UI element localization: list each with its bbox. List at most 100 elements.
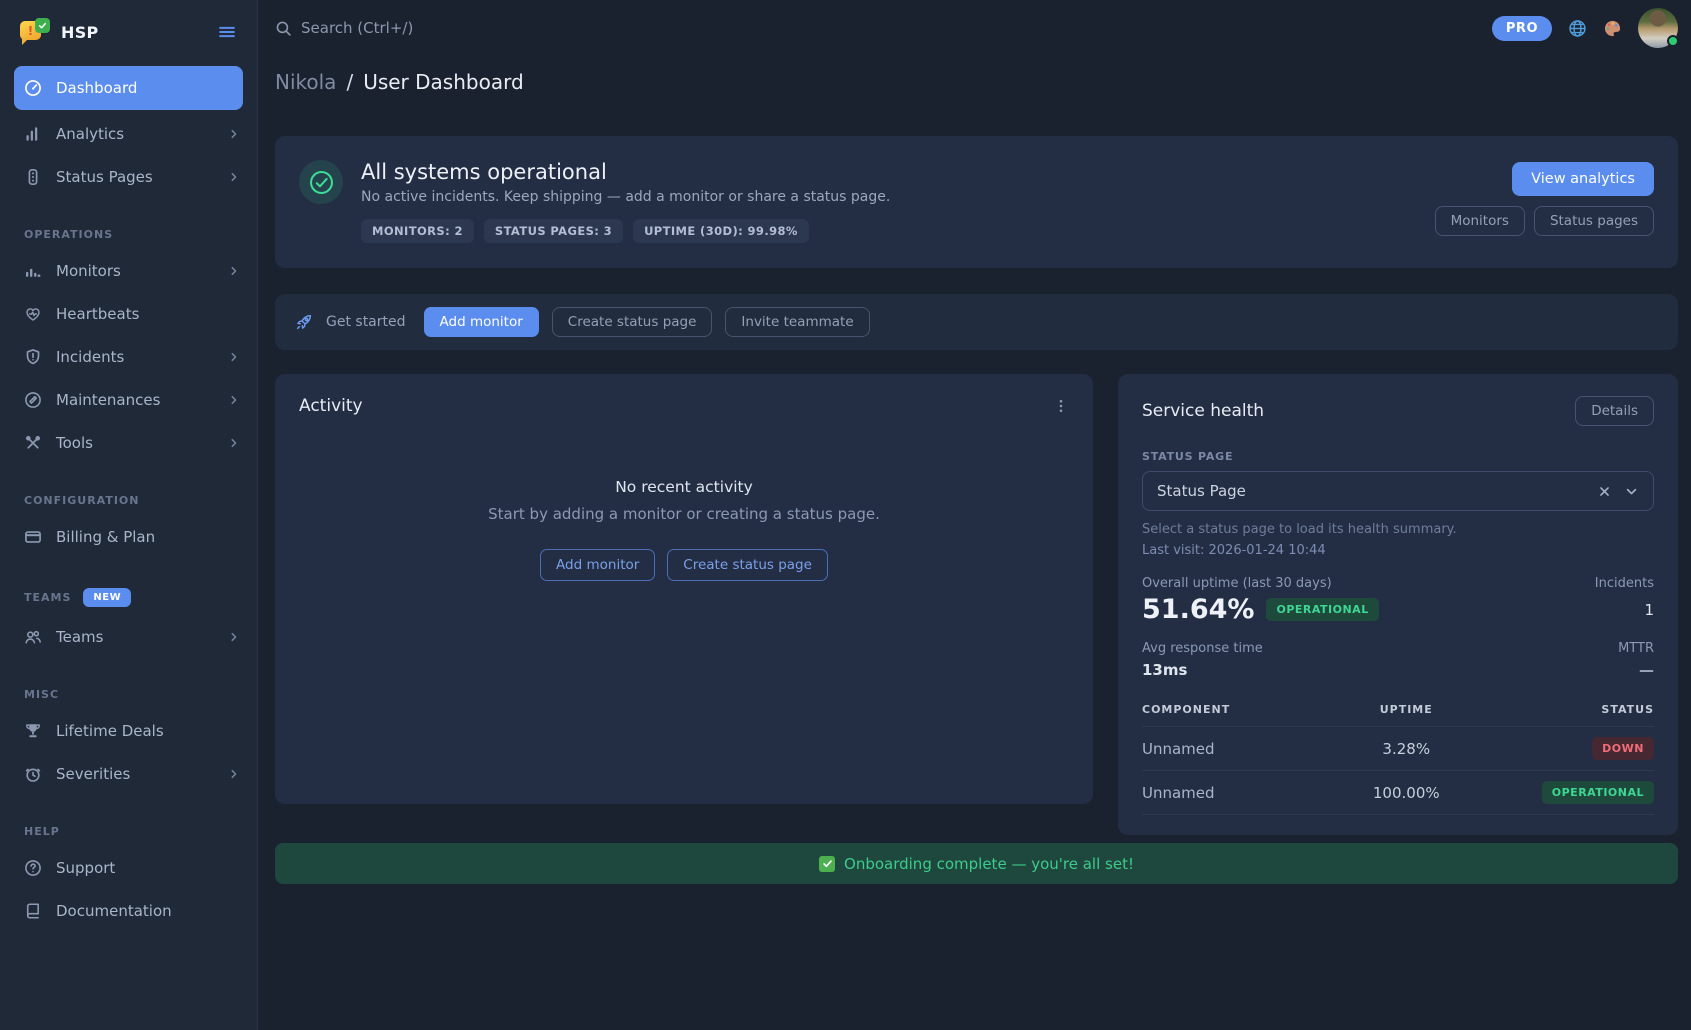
sidebar: ! HSP Dashboard Analytics Status Pages O… — [0, 0, 258, 1030]
online-status-dot — [1667, 35, 1679, 47]
chevron-right-icon — [227, 127, 241, 141]
create-status-page-empty-button[interactable]: Create status page — [667, 549, 828, 581]
kebab-menu-icon[interactable] — [1053, 398, 1069, 414]
page-title: User Dashboard — [363, 70, 523, 94]
sidebar-item-monitors[interactable]: Monitors — [0, 249, 257, 292]
hero-title: All systems operational — [361, 160, 890, 184]
users-icon — [24, 628, 42, 646]
chevron-right-icon — [227, 170, 241, 184]
overall-uptime-value: 51.64% — [1142, 594, 1254, 625]
mttr-label: MTTR — [1618, 641, 1654, 656]
sidebar-item-lifetime-deals[interactable]: Lifetime Deals — [0, 709, 257, 752]
details-button[interactable]: Details — [1575, 396, 1654, 426]
sidebar-section-teams: TEAMS NEW — [0, 558, 257, 615]
table-row: Unnamed 100.00% OPERATIONAL — [1142, 771, 1654, 815]
sidebar-item-severities[interactable]: Severities — [0, 752, 257, 795]
activity-card-header: Activity — [299, 396, 1069, 416]
sidebar-item-label: Analytics — [56, 125, 124, 143]
sidebar-item-status-pages[interactable]: Status Pages — [0, 155, 257, 198]
monitors-button[interactable]: Monitors — [1435, 206, 1525, 236]
uptime-incidents-row: Overall uptime (last 30 days) 51.64% OPE… — [1142, 576, 1654, 625]
sidebar-section-misc: MISC — [0, 658, 257, 709]
status-page-select-value: Status Page — [1157, 482, 1246, 500]
operational-status-badge: OPERATIONAL — [1266, 598, 1378, 621]
empty-state-actions: Add monitor Create status page — [299, 549, 1069, 581]
trophy-icon — [24, 722, 42, 740]
language-globe-icon[interactable] — [1568, 19, 1587, 38]
chevron-down-icon[interactable] — [1624, 484, 1639, 499]
sidebar-item-teams[interactable]: Teams — [0, 615, 257, 658]
sidebar-item-label: Monitors — [56, 262, 121, 280]
sidebar-item-maintenances[interactable]: Maintenances — [0, 378, 257, 421]
monitors-count-chip: MONITORS: 2 — [361, 219, 474, 243]
activity-title: Activity — [299, 396, 363, 416]
alarm-clock-icon — [24, 765, 42, 783]
search-input[interactable]: Search (Ctrl+/) — [275, 19, 413, 37]
question-circle-icon — [24, 859, 42, 877]
new-badge: NEW — [83, 588, 131, 607]
chevron-right-icon — [227, 767, 241, 781]
status-page-select[interactable]: Status Page — [1142, 471, 1654, 511]
sidebar-item-tools[interactable]: Tools — [0, 421, 257, 464]
monitors-bars-icon — [24, 262, 42, 280]
hero-stat-chips: MONITORS: 2 STATUS PAGES: 3 UPTIME (30D)… — [361, 219, 890, 243]
topbar-actions: PRO — [1492, 8, 1678, 48]
column-header-status: STATUS — [1489, 703, 1654, 716]
menu-toggle-icon[interactable] — [217, 22, 237, 42]
view-analytics-button[interactable]: View analytics — [1512, 162, 1654, 196]
logo-check-icon — [35, 18, 50, 33]
invite-teammate-button[interactable]: Invite teammate — [725, 307, 869, 337]
get-started-bar: Get started Add monitor Create status pa… — [275, 294, 1678, 350]
sidebar-item-label: Support — [56, 859, 115, 877]
onboarding-complete-banner: Onboarding complete — you're all set! — [275, 843, 1678, 884]
table-row: Unnamed 3.28% DOWN — [1142, 727, 1654, 771]
hero-secondary-buttons: Monitors Status pages — [1435, 206, 1654, 236]
sidebar-item-label: Tools — [56, 434, 93, 452]
create-status-page-button[interactable]: Create status page — [552, 307, 713, 337]
sidebar-item-support[interactable]: Support — [0, 846, 257, 889]
search-placeholder: Search (Ctrl+/) — [301, 19, 413, 37]
sidebar-item-label: Documentation — [56, 902, 172, 920]
book-icon — [24, 902, 42, 920]
search-icon — [275, 20, 292, 37]
crossed-tools-icon — [24, 434, 42, 452]
breadcrumb-parent[interactable]: Nikola — [275, 70, 336, 94]
sidebar-item-heartbeats[interactable]: Heartbeats — [0, 292, 257, 335]
sidebar-section-help: HELP — [0, 795, 257, 846]
system-status-banner: All systems operational No active incide… — [275, 136, 1678, 268]
main-content: Search (Ctrl+/) PRO Nikola / User Dashbo… — [258, 0, 1691, 1030]
wrench-circle-icon — [24, 391, 42, 409]
dashboard-gauge-icon — [24, 79, 42, 97]
heartbeat-icon — [24, 305, 42, 323]
sidebar-item-label: Status Pages — [56, 168, 153, 186]
incidents-block: Incidents 1 — [1595, 576, 1654, 625]
credit-card-icon — [24, 528, 42, 546]
select-controls — [1597, 484, 1639, 499]
mttr-value: — — [1618, 661, 1654, 679]
sidebar-item-label: Billing & Plan — [56, 528, 155, 546]
sidebar-item-label: Dashboard — [56, 79, 137, 97]
sidebar-item-dashboard[interactable]: Dashboard — [14, 66, 243, 110]
sidebar-item-billing[interactable]: Billing & Plan — [0, 515, 257, 558]
empty-state-subtitle: Start by adding a monitor or creating a … — [299, 505, 1069, 523]
status-pages-button[interactable]: Status pages — [1534, 206, 1654, 236]
sidebar-item-analytics[interactable]: Analytics — [0, 112, 257, 155]
theme-palette-icon[interactable] — [1603, 19, 1622, 38]
user-avatar[interactable] — [1638, 8, 1678, 48]
sidebar-item-label: Incidents — [56, 348, 124, 366]
sidebar-section-operations: OPERATIONS — [0, 198, 257, 249]
sidebar-item-incidents[interactable]: Incidents — [0, 335, 257, 378]
add-monitor-empty-button[interactable]: Add monitor — [540, 549, 655, 581]
app-logo-icon: ! — [20, 17, 50, 47]
sidebar-item-documentation[interactable]: Documentation — [0, 889, 257, 932]
empty-state-title: No recent activity — [299, 478, 1069, 496]
avg-response-value: 13ms — [1142, 661, 1263, 679]
sidebar-section-configuration: CONFIGURATION — [0, 464, 257, 515]
service-health-card: Service health Details STATUS PAGE Statu… — [1118, 374, 1678, 835]
column-header-component: COMPONENT — [1142, 703, 1324, 716]
avg-response-label: Avg response time — [1142, 641, 1263, 656]
clear-selection-icon[interactable] — [1597, 484, 1612, 499]
add-monitor-button[interactable]: Add monitor — [424, 307, 539, 337]
pro-plan-badge[interactable]: PRO — [1492, 16, 1552, 41]
hero-content: All systems operational No active incide… — [361, 160, 890, 244]
